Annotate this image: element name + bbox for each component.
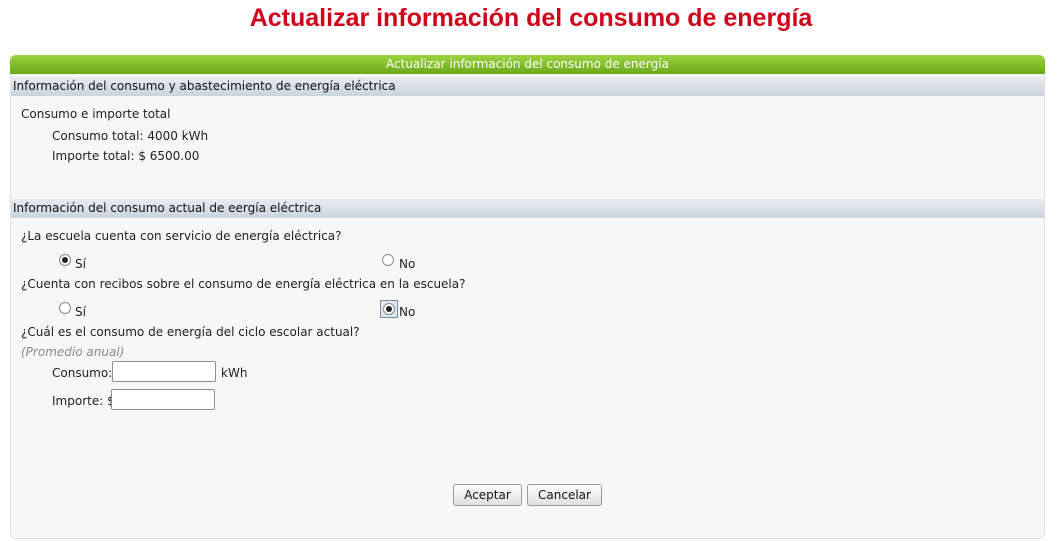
section-consumo-abastecimiento: Información del consumo y abastecimiento… [11, 77, 1044, 96]
consumo-input[interactable] [112, 361, 216, 382]
page-title: Actualizar información del consumo de en… [249, 4, 813, 32]
consumo-total-text: Consumo total: 4000 kWh [52, 129, 209, 143]
consumo-unit: kWh [221, 366, 248, 380]
panel-header: Actualizar información del consumo de en… [10, 55, 1045, 74]
radio-servicio-no-label: No [399, 257, 416, 271]
question-consumo-ciclo: ¿Cuál es el consumo de energía del ciclo… [21, 325, 360, 339]
accept-button[interactable]: Aceptar [453, 484, 522, 506]
radio-recibos-no-focus[interactable] [380, 300, 398, 318]
form-panel: Actualizar información del consumo de en… [10, 55, 1045, 539]
question-servicio-electrico: ¿La escuela cuenta con servicio de energ… [21, 229, 342, 243]
radio-recibos-no[interactable] [383, 303, 395, 315]
importe-input[interactable] [111, 389, 215, 410]
consumo-label: Consumo: [52, 366, 113, 380]
consumo-importe-subtitle: Consumo e importe total [21, 107, 171, 121]
radio-servicio-si-label: Sí [75, 257, 86, 271]
question-recibos: ¿Cuenta con recibos sobre el consumo de … [21, 277, 466, 291]
radio-recibos-si-label: Sí [75, 305, 86, 319]
cancel-button[interactable]: Cancelar [527, 484, 602, 506]
importe-total-text: Importe total: $ 6500.00 [52, 149, 200, 163]
promedio-anual-hint: (Promedio anual) [21, 345, 125, 359]
radio-recibos-no-label: No [399, 305, 416, 319]
radio-recibos-si[interactable] [59, 302, 71, 314]
importe-label: Importe: $ [52, 394, 115, 408]
section-consumo-actual: Información del consumo actual de eergía… [11, 199, 1044, 218]
radio-servicio-si[interactable] [59, 254, 71, 266]
radio-servicio-no[interactable] [382, 254, 394, 266]
